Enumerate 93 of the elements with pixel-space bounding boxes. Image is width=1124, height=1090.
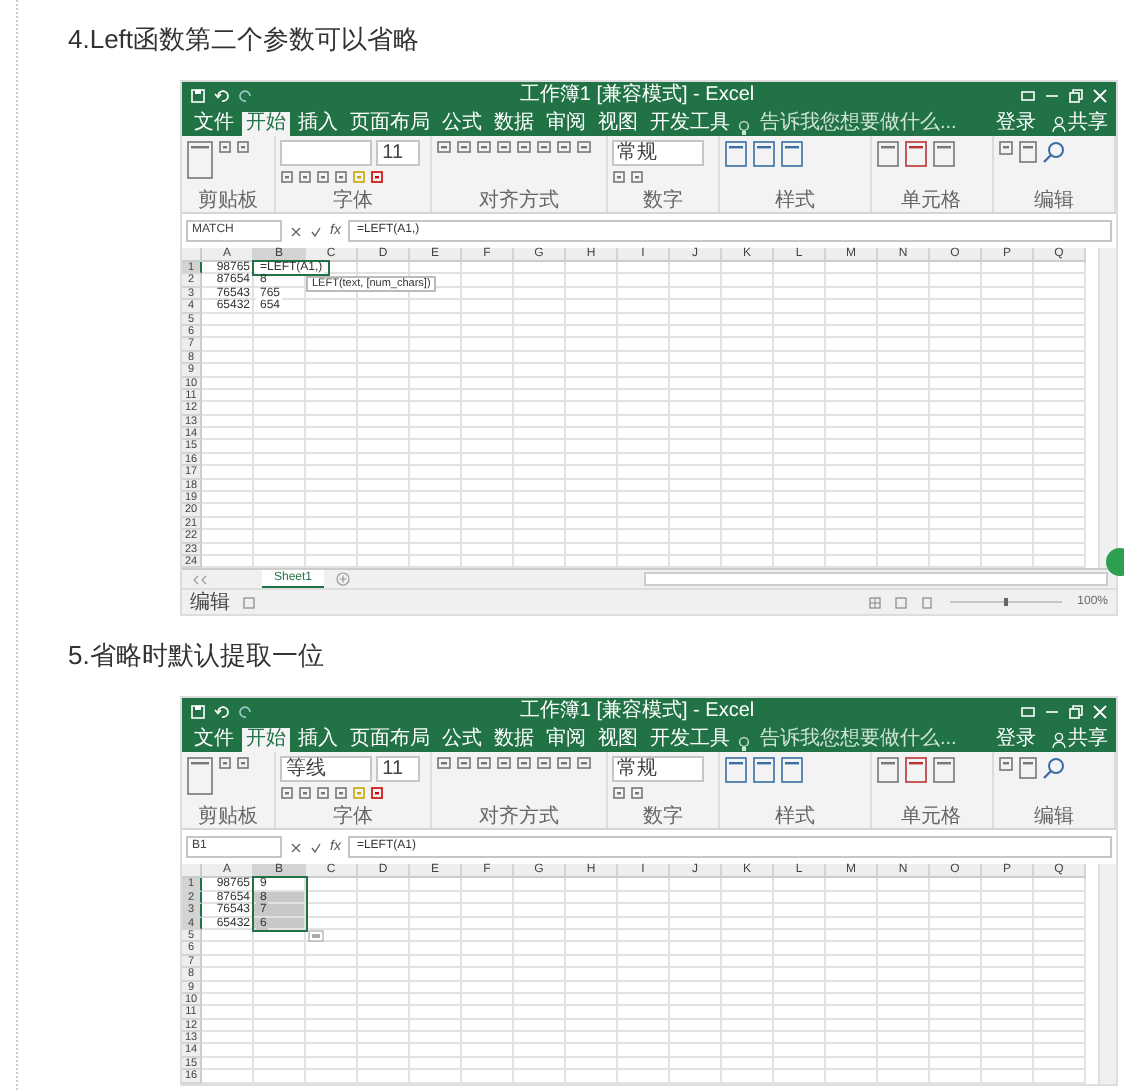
search-icon[interactable] [1041,756,1066,781]
lightbulb-icon[interactable] [738,120,750,136]
ribbon-tab[interactable]: 文件 [190,112,238,136]
ribbon-tab[interactable]: 开发工具 [646,112,734,136]
delete-icon[interactable] [903,756,928,785]
ribbon-tab[interactable]: 开始 [242,112,290,136]
lightbulb-icon[interactable] [738,736,750,753]
ribbon-tab[interactable]: 审阅 [542,728,590,753]
check-icon[interactable] [310,841,322,854]
font-size-field[interactable]: 11 [376,140,421,166]
tell-me-field[interactable]: 告诉我您想要做什么... [760,112,957,136]
ribbon-tab[interactable]: 公式 [438,728,486,753]
add-sheet-icon[interactable] [336,572,351,587]
ribbon-tab[interactable]: 插入 [294,112,342,136]
floating-action-icon[interactable] [1104,546,1124,578]
restore-icon[interactable] [1068,703,1084,720]
step-heading: 5.省略时默认提取一位 [68,640,326,673]
vertical-scrollbar[interactable] [1098,864,1116,1084]
ribbon-group-label: 对齐方式 [477,806,561,829]
table-format-icon[interactable] [752,140,777,168]
ribbon-group-label: 数字 [641,806,685,829]
ribbon-group-label: 字体 [331,190,376,212]
undo-icon[interactable] [214,87,230,103]
ribbon-group-label: 样式 [772,806,817,829]
sheet-nav-icon[interactable] [190,573,210,586]
format-icon[interactable] [931,756,956,785]
status-text: 编辑 [190,591,230,614]
format-icon[interactable] [931,140,956,168]
number-format-field[interactable]: 常规 [611,756,704,783]
ribbon-tab[interactable]: 数据 [490,112,538,136]
window-title: 工作簿1 [兼容模式] - Excel [517,85,757,105]
ribbon-group-label: 单元格 [899,190,964,212]
sign-in-link[interactable]: 登录 [996,112,1036,136]
ribbon-tab[interactable]: 审阅 [542,112,590,136]
ribbon-group-label: 剪贴板 [196,806,261,829]
zoom-slider-icon[interactable] [945,596,1066,609]
ribbon-group-label: 编辑 [1031,190,1076,212]
person-icon [1052,732,1066,749]
delete-icon[interactable] [903,140,928,168]
ribbon-group-label: 数字 [641,190,685,212]
ribbon-tab[interactable]: 开发工具 [646,728,734,753]
ribbon-tab[interactable]: 视图 [594,728,642,753]
save-icon[interactable] [190,703,206,720]
font-name-field[interactable] [280,140,373,166]
close-icon[interactable] [1092,87,1108,103]
restore-icon[interactable] [1068,87,1084,103]
ribbon-tab[interactable]: 文件 [190,728,238,753]
share-button[interactable]: 共享 [1052,112,1108,136]
ribbon-tab[interactable]: 开始 [242,728,290,753]
cancel-icon[interactable] [290,841,302,854]
save-icon[interactable] [190,87,206,103]
conditional-format-icon[interactable] [724,756,749,785]
ribbon-tab[interactable]: 公式 [438,112,486,136]
ribbon-group-label: 字体 [331,806,376,829]
normal-view-icon[interactable] [867,595,882,610]
step-heading: 4.Left函数第二个参数可以省略 [68,24,422,56]
ribbon-display-icon[interactable] [1020,703,1036,720]
ribbon-tab[interactable]: 插入 [294,728,342,753]
ribbon-group-label: 样式 [772,190,817,212]
font-name-field[interactable]: 等线 [280,756,373,783]
quick-analysis-icon[interactable] [308,929,324,942]
table-format-icon[interactable] [752,756,777,785]
horizontal-scrollbar[interactable] [644,572,1108,587]
sign-in-link[interactable]: 登录 [996,728,1036,753]
window-title: 工作簿1 [兼容模式] - Excel [517,701,757,722]
conditional-format-icon[interactable] [724,140,749,168]
ribbon-group-label: 编辑 [1031,806,1076,829]
person-icon [1052,116,1066,132]
redo-icon[interactable] [238,87,254,103]
ribbon-group-label: 单元格 [899,806,964,829]
insert-icon[interactable] [875,756,900,785]
number-format-field[interactable]: 常规 [611,140,704,166]
ribbon-display-icon[interactable] [1020,87,1036,103]
redo-icon[interactable] [238,703,254,720]
search-icon[interactable] [1041,140,1066,164]
ribbon-group-label: 剪贴板 [196,190,261,212]
insert-icon[interactable] [875,140,900,168]
ribbon-group-label: 对齐方式 [477,190,561,212]
ribbon-tab[interactable]: 数据 [490,728,538,753]
ribbon-tab[interactable]: 页面布局 [346,728,434,753]
close-icon[interactable] [1092,703,1108,720]
ribbon-tab[interactable]: 视图 [594,112,642,136]
cell-style-icon[interactable] [780,756,805,785]
undo-icon[interactable] [214,703,230,720]
check-icon[interactable] [310,225,322,237]
cell-style-icon[interactable] [780,140,805,168]
ribbon-tab[interactable]: 页面布局 [346,112,434,136]
font-size-field[interactable]: 11 [376,756,421,783]
share-button[interactable]: 共享 [1052,728,1108,753]
vertical-scrollbar[interactable] [1098,248,1116,569]
tell-me-field[interactable]: 告诉我您想要做什么... [760,728,957,753]
cancel-icon[interactable] [290,225,302,237]
selection-outline[interactable] [252,876,308,932]
